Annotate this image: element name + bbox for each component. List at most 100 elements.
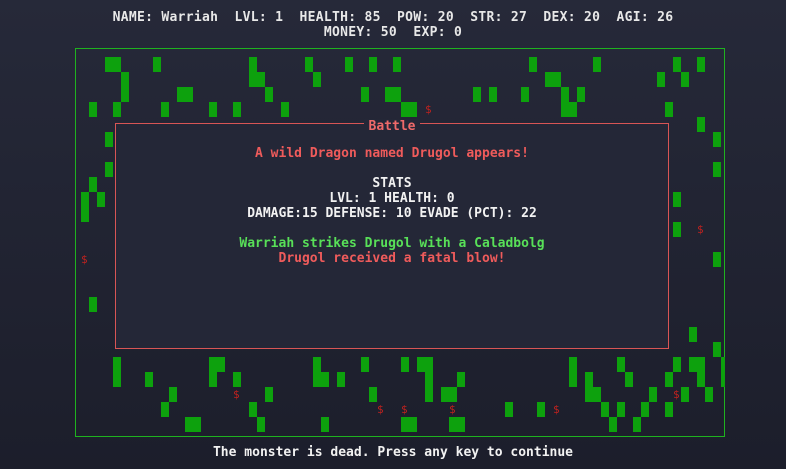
wall-tile — [713, 162, 721, 177]
wall-tile — [249, 402, 257, 417]
gold-pickup-icon: $ — [377, 403, 384, 416]
wall-tile — [177, 87, 193, 102]
wall-tile — [89, 297, 97, 312]
wall-tile — [105, 132, 113, 147]
wall-tile — [625, 372, 633, 387]
wall-tile — [313, 72, 321, 87]
wall-tile — [505, 402, 513, 417]
wall-tile — [593, 387, 601, 402]
wall-tile — [145, 372, 153, 387]
wall-tile — [121, 72, 129, 102]
battle-dialog: Battle A wild Dragon named Drugol appear… — [115, 119, 669, 349]
gold-pickup-icon: $ — [401, 403, 408, 416]
wall-tile — [617, 357, 625, 372]
wall-tile — [425, 372, 433, 402]
attack-message: Warriah strikes Drugol with a Caladbolg — [239, 236, 545, 251]
encounter-message: A wild Dragon named Drugol appears! — [255, 146, 529, 161]
wall-tile — [585, 372, 593, 402]
wall-tile — [633, 417, 641, 432]
wall-tile — [657, 72, 665, 87]
wall-tile — [697, 372, 705, 387]
wall-tile — [569, 357, 577, 387]
wall-tile — [713, 342, 721, 357]
wall-tile — [105, 162, 113, 177]
battle-title: Battle — [116, 115, 668, 134]
wall-tile — [721, 357, 725, 387]
wall-tile — [89, 177, 97, 192]
wall-tile — [305, 57, 313, 72]
wall-tile — [209, 357, 225, 372]
wall-tile — [609, 417, 617, 432]
wall-tile — [673, 57, 681, 72]
wall-tile — [489, 87, 497, 102]
wall-tile — [689, 357, 705, 372]
wall-tile — [457, 372, 465, 387]
wall-tile — [649, 387, 657, 402]
wall-tile — [697, 117, 705, 132]
wall-tile — [105, 57, 121, 72]
wall-tile — [673, 357, 681, 372]
wall-tile — [673, 222, 681, 237]
wall-tile — [113, 357, 121, 387]
wall-tile — [185, 417, 201, 432]
monster-combat-stats: DAMAGE:15 DEFENSE: 10 EVADE (PCT): 22 — [247, 206, 537, 221]
wall-tile — [537, 402, 545, 417]
gold-pickup-icon: $ — [425, 103, 432, 116]
wall-tile — [521, 87, 529, 102]
wall-tile — [713, 132, 721, 147]
wall-tile — [529, 57, 537, 72]
wall-tile — [593, 57, 601, 72]
combat-result-message: Drugol received a fatal blow! — [278, 251, 506, 266]
wall-tile — [265, 387, 273, 402]
wall-tile — [401, 357, 409, 372]
wall-tile — [545, 72, 561, 87]
monster-level-health: LVL: 1 HEALTH: 0 — [329, 191, 455, 206]
gold-pickup-icon: $ — [697, 223, 704, 236]
wall-tile — [449, 417, 465, 432]
wall-tile — [665, 402, 673, 417]
wall-tile — [161, 402, 169, 417]
wall-tile — [345, 57, 353, 72]
wall-tile — [577, 87, 585, 102]
monster-stats-header: STATS — [372, 176, 412, 191]
wall-tile — [153, 57, 161, 72]
wall-tile — [369, 57, 377, 72]
wall-tile — [385, 87, 401, 102]
wall-tile — [257, 417, 265, 432]
wall-tile — [617, 402, 625, 417]
wall-tile — [641, 402, 649, 417]
wall-tile — [673, 192, 681, 207]
wall-tile — [265, 87, 273, 102]
wall-tile — [401, 417, 417, 432]
wall-tile — [361, 357, 369, 372]
gold-pickup-icon: $ — [81, 253, 88, 266]
gold-pickup-icon: $ — [673, 388, 680, 401]
wall-tile — [473, 87, 481, 102]
gold-pickup-icon: $ — [449, 403, 456, 416]
player-stats-line: NAME: Warriah LVL: 1 HEALTH: 85 POW: 20 … — [112, 10, 674, 25]
wall-tile — [697, 57, 705, 72]
wall-tile — [169, 387, 177, 402]
wall-tile — [89, 102, 97, 117]
wall-tile — [681, 387, 689, 402]
wall-tile — [665, 372, 673, 387]
wall-tile — [209, 372, 217, 387]
wall-tile — [233, 372, 241, 387]
continue-prompt: The monster is dead. Press any key to co… — [212, 445, 574, 460]
wall-tile — [313, 357, 321, 387]
wall-tile — [713, 252, 721, 267]
wall-tile — [337, 372, 345, 387]
gold-pickup-icon: $ — [553, 403, 560, 416]
wall-tile — [249, 72, 265, 87]
gold-pickup-icon: $ — [233, 388, 240, 401]
wall-tile — [97, 192, 105, 207]
wall-tile — [321, 417, 329, 432]
wall-tile — [81, 192, 89, 222]
wall-tile — [705, 387, 713, 402]
player-money-exp-line: MONEY: 50 EXP: 0 — [323, 25, 463, 40]
wall-tile — [681, 72, 689, 87]
wall-tile — [369, 387, 377, 402]
wall-tile — [249, 57, 257, 72]
wall-tile — [689, 327, 697, 342]
wall-tile — [417, 357, 433, 372]
